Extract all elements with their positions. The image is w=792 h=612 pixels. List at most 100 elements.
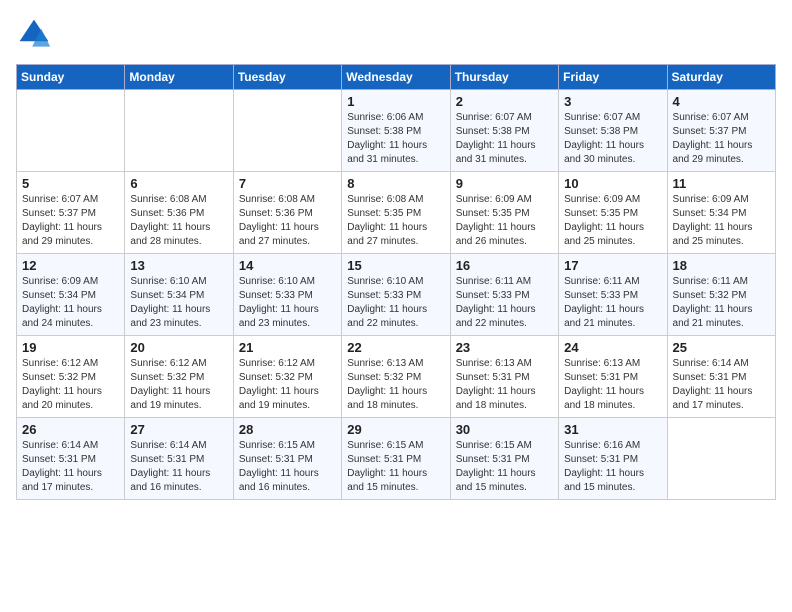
- day-info: Sunrise: 6:16 AM Sunset: 5:31 PM Dayligh…: [564, 439, 661, 495]
- day-number: 12: [22, 258, 119, 273]
- calendar-cell: 1 Sunrise: 6:06 AM Sunset: 5:38 PM Daylig…: [342, 90, 450, 172]
- day-info: Sunrise: 6:09 AM Sunset: 5:34 PM Dayligh…: [22, 275, 119, 331]
- calendar-cell: 12 Sunrise: 6:09 AM Sunset: 5:34 PM Dayli…: [17, 254, 125, 336]
- header-wednesday: Wednesday: [342, 65, 450, 90]
- header-sunday: Sunday: [17, 65, 125, 90]
- week-row-3: 12 Sunrise: 6:09 AM Sunset: 5:34 PM Dayli…: [17, 254, 776, 336]
- day-info: Sunrise: 6:15 AM Sunset: 5:31 PM Dayligh…: [456, 439, 553, 495]
- week-row-5: 26 Sunrise: 6:14 AM Sunset: 5:31 PM Dayli…: [17, 418, 776, 500]
- header-friday: Friday: [559, 65, 667, 90]
- day-info: Sunrise: 6:09 AM Sunset: 5:35 PM Dayligh…: [564, 193, 661, 249]
- week-row-1: 1 Sunrise: 6:06 AM Sunset: 5:38 PM Daylig…: [17, 90, 776, 172]
- page-header: [16, 16, 776, 52]
- calendar-cell: 27 Sunrise: 6:14 AM Sunset: 5:31 PM Dayli…: [125, 418, 233, 500]
- calendar-cell: 24 Sunrise: 6:13 AM Sunset: 5:31 PM Dayli…: [559, 336, 667, 418]
- day-info: Sunrise: 6:12 AM Sunset: 5:32 PM Dayligh…: [22, 357, 119, 413]
- day-number: 30: [456, 422, 553, 437]
- calendar-cell: 22 Sunrise: 6:13 AM Sunset: 5:32 PM Dayli…: [342, 336, 450, 418]
- day-info: Sunrise: 6:07 AM Sunset: 5:37 PM Dayligh…: [22, 193, 119, 249]
- day-info: Sunrise: 6:07 AM Sunset: 5:37 PM Dayligh…: [673, 111, 770, 167]
- day-info: Sunrise: 6:08 AM Sunset: 5:35 PM Dayligh…: [347, 193, 444, 249]
- calendar-cell: 4 Sunrise: 6:07 AM Sunset: 5:37 PM Daylig…: [667, 90, 775, 172]
- day-info: Sunrise: 6:13 AM Sunset: 5:31 PM Dayligh…: [456, 357, 553, 413]
- calendar-cell: 25 Sunrise: 6:14 AM Sunset: 5:31 PM Dayli…: [667, 336, 775, 418]
- day-number: 11: [673, 176, 770, 191]
- day-number: 15: [347, 258, 444, 273]
- day-info: Sunrise: 6:09 AM Sunset: 5:35 PM Dayligh…: [456, 193, 553, 249]
- calendar-cell: [233, 90, 341, 172]
- day-info: Sunrise: 6:14 AM Sunset: 5:31 PM Dayligh…: [130, 439, 227, 495]
- header-monday: Monday: [125, 65, 233, 90]
- day-number: 29: [347, 422, 444, 437]
- calendar-cell: 16Sunrise: 6:11 AM Sunset: 5:33 PM Dayli…: [450, 254, 558, 336]
- week-row-4: 19 Sunrise: 6:12 AM Sunset: 5:32 PM Dayli…: [17, 336, 776, 418]
- calendar-cell: 15Sunrise: 6:10 AM Sunset: 5:33 PM Dayli…: [342, 254, 450, 336]
- calendar-cell: 13Sunrise: 6:10 AM Sunset: 5:34 PM Dayli…: [125, 254, 233, 336]
- day-number: 3: [564, 94, 661, 109]
- day-info: Sunrise: 6:13 AM Sunset: 5:32 PM Dayligh…: [347, 357, 444, 413]
- day-number: 28: [239, 422, 336, 437]
- header-saturday: Saturday: [667, 65, 775, 90]
- calendar-cell: 19 Sunrise: 6:12 AM Sunset: 5:32 PM Dayli…: [17, 336, 125, 418]
- calendar-table: SundayMondayTuesdayWednesdayThursdayFrid…: [16, 64, 776, 500]
- day-info: Sunrise: 6:11 AM Sunset: 5:32 PM Dayligh…: [673, 275, 770, 331]
- day-number: 6: [130, 176, 227, 191]
- logo: [16, 16, 56, 52]
- calendar-cell: 3 Sunrise: 6:07 AM Sunset: 5:38 PM Daylig…: [559, 90, 667, 172]
- calendar-cell: 28 Sunrise: 6:15 AM Sunset: 5:31 PM Dayli…: [233, 418, 341, 500]
- day-info: Sunrise: 6:10 AM Sunset: 5:33 PM Dayligh…: [239, 275, 336, 331]
- day-number: 14: [239, 258, 336, 273]
- day-info: Sunrise: 6:11 AM Sunset: 5:33 PM Dayligh…: [564, 275, 661, 331]
- calendar-header: SundayMondayTuesdayWednesdayThursdayFrid…: [17, 65, 776, 90]
- calendar-cell: 5 Sunrise: 6:07 AM Sunset: 5:37 PM Daylig…: [17, 172, 125, 254]
- day-info: Sunrise: 6:15 AM Sunset: 5:31 PM Dayligh…: [347, 439, 444, 495]
- week-row-2: 5 Sunrise: 6:07 AM Sunset: 5:37 PM Daylig…: [17, 172, 776, 254]
- day-number: 10: [564, 176, 661, 191]
- header-thursday: Thursday: [450, 65, 558, 90]
- day-number: 20: [130, 340, 227, 355]
- day-number: 8: [347, 176, 444, 191]
- calendar-cell: 10 Sunrise: 6:09 AM Sunset: 5:35 PM Dayli…: [559, 172, 667, 254]
- day-number: 5: [22, 176, 119, 191]
- day-number: 25: [673, 340, 770, 355]
- day-number: 1: [347, 94, 444, 109]
- calendar-cell: 7 Sunrise: 6:08 AM Sunset: 5:36 PM Daylig…: [233, 172, 341, 254]
- day-number: 31: [564, 422, 661, 437]
- calendar-cell: 31 Sunrise: 6:16 AM Sunset: 5:31 PM Dayli…: [559, 418, 667, 500]
- calendar-cell: 14 Sunrise: 6:10 AM Sunset: 5:33 PM Dayli…: [233, 254, 341, 336]
- day-number: 24: [564, 340, 661, 355]
- day-number: 27: [130, 422, 227, 437]
- day-info: Sunrise: 6:10 AM Sunset: 5:34 PM Dayligh…: [130, 275, 227, 331]
- calendar-cell: 2Sunrise: 6:07 AM Sunset: 5:38 PM Daylig…: [450, 90, 558, 172]
- day-number: 26: [22, 422, 119, 437]
- day-number: 19: [22, 340, 119, 355]
- day-number: 2: [456, 94, 553, 109]
- day-number: 23: [456, 340, 553, 355]
- day-info: Sunrise: 6:15 AM Sunset: 5:31 PM Dayligh…: [239, 439, 336, 495]
- calendar-cell: [667, 418, 775, 500]
- day-number: 18: [673, 258, 770, 273]
- header-tuesday: Tuesday: [233, 65, 341, 90]
- calendar-cell: 26Sunrise: 6:14 AM Sunset: 5:31 PM Dayli…: [17, 418, 125, 500]
- calendar-cell: 6Sunrise: 6:08 AM Sunset: 5:36 PM Daylig…: [125, 172, 233, 254]
- day-number: 4: [673, 94, 770, 109]
- day-info: Sunrise: 6:13 AM Sunset: 5:31 PM Dayligh…: [564, 357, 661, 413]
- calendar-cell: 17 Sunrise: 6:11 AM Sunset: 5:33 PM Dayli…: [559, 254, 667, 336]
- day-number: 7: [239, 176, 336, 191]
- day-number: 21: [239, 340, 336, 355]
- day-info: Sunrise: 6:07 AM Sunset: 5:38 PM Dayligh…: [564, 111, 661, 167]
- day-info: Sunrise: 6:12 AM Sunset: 5:32 PM Dayligh…: [130, 357, 227, 413]
- calendar-cell: 11Sunrise: 6:09 AM Sunset: 5:34 PM Dayli…: [667, 172, 775, 254]
- weekday-header-row: SundayMondayTuesdayWednesdayThursdayFrid…: [17, 65, 776, 90]
- day-info: Sunrise: 6:06 AM Sunset: 5:38 PM Dayligh…: [347, 111, 444, 167]
- day-info: Sunrise: 6:11 AM Sunset: 5:33 PM Dayligh…: [456, 275, 553, 331]
- day-info: Sunrise: 6:08 AM Sunset: 5:36 PM Dayligh…: [239, 193, 336, 249]
- calendar-cell: 29 Sunrise: 6:15 AM Sunset: 5:31 PM Dayli…: [342, 418, 450, 500]
- logo-icon: [16, 16, 52, 52]
- calendar-cell: 18 Sunrise: 6:11 AM Sunset: 5:32 PM Dayli…: [667, 254, 775, 336]
- calendar-cell: 21Sunrise: 6:12 AM Sunset: 5:32 PM Dayli…: [233, 336, 341, 418]
- day-number: 22: [347, 340, 444, 355]
- calendar-cell: 20 Sunrise: 6:12 AM Sunset: 5:32 PM Dayli…: [125, 336, 233, 418]
- day-number: 17: [564, 258, 661, 273]
- day-info: Sunrise: 6:14 AM Sunset: 5:31 PM Dayligh…: [673, 357, 770, 413]
